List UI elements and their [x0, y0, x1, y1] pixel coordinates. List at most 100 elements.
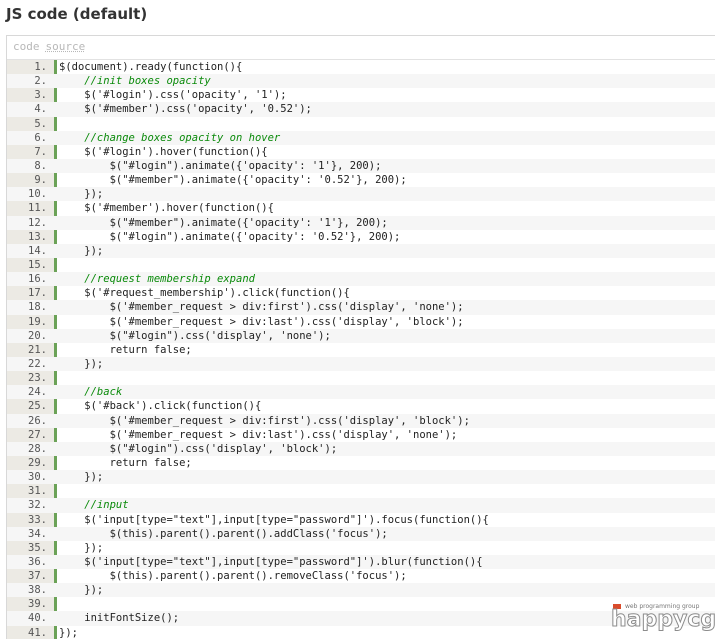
line-number: 41.	[28, 626, 47, 639]
code-text: $('#member_request > div:first').css('di…	[59, 414, 470, 427]
code-text: return false;	[59, 343, 192, 356]
code-text: $('input[type="text"],input[type="passwo…	[59, 513, 489, 526]
code-text: $('#login').css('opacity', '1');	[59, 89, 287, 102]
code-line: 41.});	[7, 626, 715, 639]
code-line: 19. $('#member_request > div:last').css(…	[7, 315, 715, 329]
line-number: 39.	[28, 598, 47, 611]
code-line: 14. });	[7, 243, 715, 258]
code-line: 30. });	[7, 470, 715, 485]
code-line: 25. $('#back').click(function(){	[7, 399, 715, 413]
code-line: 31.	[7, 484, 715, 498]
line-number: 6.	[34, 131, 47, 144]
line-number: 29.	[28, 456, 47, 469]
line-number: 16.	[28, 273, 47, 286]
line-number: 31.	[28, 485, 47, 498]
code-text: $(this).parent().parent().removeClass('f…	[59, 570, 407, 583]
line-number: 38.	[28, 584, 47, 597]
code-text: $('input[type="text"],input[type="passwo…	[59, 555, 483, 568]
line-number: 30.	[28, 471, 47, 484]
line-number: 25.	[28, 400, 47, 413]
code-text: $('#member_request > div:first').css('di…	[59, 301, 464, 314]
code-line: 18. $('#member_request > div:first').css…	[7, 300, 715, 315]
code-text: });	[59, 584, 104, 597]
code-line: 29. return false;	[7, 456, 715, 470]
code-line: 37. $(this).parent().parent().removeClas…	[7, 569, 715, 583]
code-text: $('#request_membership').click(function(…	[59, 287, 350, 300]
code-text: return false;	[59, 456, 192, 469]
line-number: 20.	[28, 329, 47, 342]
code-comment: //init boxes opacity	[59, 75, 211, 88]
code-line: 35. });	[7, 541, 715, 555]
code-text: $('#login').hover(function(){	[59, 145, 268, 158]
code-line: 22. });	[7, 356, 715, 372]
line-number: 21.	[28, 343, 47, 356]
code-line: 34. $(this).parent().parent().addClass('…	[7, 526, 715, 541]
code-line: 1. $(document).ready(function(){	[7, 60, 715, 74]
view-source-link[interactable]: source	[46, 40, 86, 53]
code-line: 16. //request membership expand	[7, 272, 715, 287]
line-number: 3.	[34, 89, 47, 102]
code-line: 6. //change boxes opacity on hover	[7, 130, 715, 145]
code-text: $('#member').css('opacity', '0.52');	[59, 103, 312, 116]
code-text: $('#member').hover(function(){	[59, 202, 274, 215]
code-line: 17. $('#request_membership').click(funct…	[7, 286, 715, 300]
code-text: $("#login").css('display', 'block');	[59, 442, 338, 455]
code-lines: 1. $(document).ready(function(){2. //init…	[7, 60, 715, 639]
code-line: 36. $('input[type="text"],input[type="pa…	[7, 554, 715, 570]
code-text: $('#back').click(function(){	[59, 400, 262, 413]
watermark-brand: happycgi	[611, 607, 715, 633]
code-line: 28. $("#login").css('display', 'block');	[7, 441, 715, 456]
code-line: 3. $('#login').css('opacity', '1');	[7, 88, 715, 102]
line-number: 7.	[34, 145, 47, 158]
code-text: $("#login").animate({'opacity': '1'}, 20…	[59, 159, 382, 172]
code-line: 10. });	[7, 187, 715, 202]
code-line: 40. initFontSize();	[7, 611, 715, 626]
code-line: 32. //input	[7, 498, 715, 513]
code-text: $("#member").animate({'opacity': '1'}, 2…	[59, 216, 388, 229]
code-line: 21. return false;	[7, 343, 715, 357]
line-number: 26.	[28, 414, 47, 427]
code-line: 15.	[7, 258, 715, 272]
code-text: $(document).ready(function(){	[59, 61, 243, 73]
code-line: 12. $("#member").animate({'opacity': '1'…	[7, 215, 715, 230]
code-text: });	[59, 541, 104, 554]
code-text: $(this).parent().parent().addClass('focu…	[59, 527, 388, 540]
code-comment: //request membership expand	[59, 273, 255, 286]
line-number: 15.	[28, 258, 47, 271]
line-number: 10.	[28, 188, 47, 201]
code-line: 24. //back	[7, 385, 715, 400]
code-text: });	[59, 471, 104, 484]
line-number: 13.	[28, 230, 47, 243]
code-comment: //change boxes opacity on hover	[59, 131, 281, 144]
line-number: 27.	[28, 428, 47, 441]
line-number: 22.	[28, 357, 47, 370]
code-line: 26. $('#member_request > div:first').css…	[7, 413, 715, 428]
code-text: initFontSize();	[59, 612, 180, 625]
line-number: 1.	[34, 61, 47, 73]
code-line: 2. //init boxes opacity	[7, 74, 715, 89]
code-block-title: JS code (default)	[6, 5, 148, 23]
code-line: 9. $("#member").animate({'opacity': '0.5…	[7, 173, 715, 187]
line-number: 5.	[34, 117, 47, 130]
code-text: $("#member").animate({'opacity': '0.52'}…	[59, 174, 407, 187]
line-number: 11.	[28, 202, 47, 215]
line-number: 33.	[28, 513, 47, 526]
code-line: 33. $('input[type="text"],input[type="pa…	[7, 513, 715, 527]
line-number: 9.	[34, 174, 47, 187]
line-number: 36.	[28, 555, 47, 568]
code-line: 5.	[7, 117, 715, 131]
line-number: 12.	[28, 216, 47, 229]
code-line: 7. $('#login').hover(function(){	[7, 145, 715, 159]
code-text: $('#member_request > div:last').css('dis…	[59, 428, 458, 441]
code-text: });	[59, 188, 104, 201]
code-line: 23.	[7, 371, 715, 385]
code-toolbar: code source	[7, 36, 715, 60]
line-number: 35.	[28, 541, 47, 554]
line-number: 8.	[34, 159, 47, 172]
line-number: 14.	[28, 244, 47, 257]
code-line: 8. $("#login").animate({'opacity': '1'},…	[7, 158, 715, 174]
code-label: code	[13, 40, 40, 53]
code-comment: //input	[59, 499, 129, 512]
code-text: $('#member_request > div:last').css('dis…	[59, 315, 464, 328]
code-text: });	[59, 357, 104, 370]
